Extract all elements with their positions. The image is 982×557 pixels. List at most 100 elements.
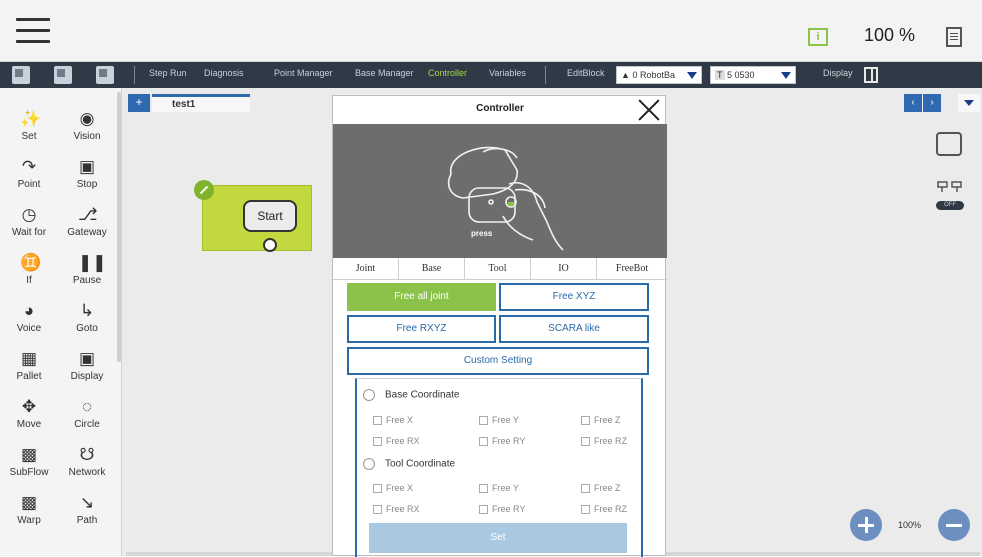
tab-list-dropdown[interactable]	[958, 94, 980, 112]
main-toolbar: Step Run Diagnosis Point Manager Base Ma…	[0, 62, 982, 88]
dialog-title: Controller	[476, 103, 524, 114]
flow-layout-icon[interactable]	[936, 132, 962, 156]
node-subflow[interactable]: ▩ SubFlow	[2, 446, 56, 490]
base-free-rx-checkbox[interactable]: Free RX	[373, 436, 420, 447]
start-node[interactable]: Start	[243, 200, 297, 232]
chevron-down-icon	[781, 72, 791, 79]
hamburger-menu-icon[interactable]	[16, 18, 50, 44]
base-free-z-checkbox[interactable]: Free Z	[581, 415, 621, 426]
pause-icon: ❚❚	[78, 253, 107, 272]
set-button[interactable]: Set	[369, 523, 627, 553]
log-icon[interactable]	[946, 27, 962, 47]
scara-like-button[interactable]: SCARA like	[499, 315, 649, 343]
warp-icon: ▩	[20, 493, 38, 512]
new-project-icon[interactable]	[12, 66, 30, 84]
path-icon: ↘	[79, 493, 95, 512]
tool-free-rx-checkbox[interactable]: Free RX	[373, 504, 420, 515]
free-xyz-button[interactable]: Free XYZ	[499, 283, 649, 311]
tool-free-x-checkbox[interactable]: Free X	[373, 483, 413, 494]
node-path[interactable]: ↘ Path	[60, 494, 114, 538]
base-coordinate-option[interactable]: Base Coordinate	[363, 389, 460, 401]
press-label: press	[471, 229, 493, 238]
node-if[interactable]: ♊ If	[2, 254, 56, 298]
start-node-selection[interactable]: Start	[202, 185, 312, 252]
toggle-off-badge[interactable]: OFF	[936, 201, 964, 210]
node-stop[interactable]: ▣ Stop	[60, 158, 114, 202]
base-free-ry-checkbox[interactable]: Free RY	[479, 436, 525, 447]
node-circle[interactable]: ◌ Circle	[60, 398, 114, 442]
tool-free-ry-checkbox[interactable]: Free RY	[479, 504, 525, 515]
voice-icon: ◕	[23, 301, 35, 320]
tool-coordinate-option[interactable]: Tool Coordinate	[363, 458, 455, 470]
close-icon[interactable]	[637, 98, 661, 122]
save-project-icon[interactable]	[96, 66, 114, 84]
base-free-x-checkbox[interactable]: Free X	[373, 415, 413, 426]
toolbar-divider	[134, 66, 135, 84]
tab-prev-button[interactable]: ‹	[904, 94, 922, 112]
network-icon: ☋	[79, 445, 95, 464]
step-run-button[interactable]: Step Run	[149, 68, 187, 78]
if-icon: ♊	[20, 253, 42, 272]
node-move[interactable]: ✥ Move	[2, 398, 56, 442]
controller-dialog: Controller press Joint Base Tool IO Free…	[332, 95, 667, 557]
robot-base-select[interactable]: ▲ 0 RobotBa	[616, 66, 702, 84]
node-goto[interactable]: ↳ Goto	[60, 302, 114, 346]
diagnosis-button[interactable]: Diagnosis	[204, 68, 244, 78]
open-project-icon[interactable]	[54, 66, 72, 84]
tool-value: 5 0530	[727, 70, 755, 80]
node-set[interactable]: ✨ Set	[2, 110, 56, 154]
point-manager-button[interactable]: Point Manager	[274, 68, 333, 78]
gateway-icon: ⎇	[78, 205, 98, 224]
goto-icon: ↳	[79, 301, 95, 320]
free-rxyz-button[interactable]: Free RXYZ	[347, 315, 496, 343]
wait-icon: ◷	[21, 205, 37, 224]
base-manager-button[interactable]: Base Manager	[355, 68, 414, 78]
sidebar-scrollbar[interactable]	[117, 92, 121, 362]
tab-base[interactable]: Base	[399, 258, 465, 280]
tab-tool[interactable]: Tool	[465, 258, 531, 280]
base-free-y-checkbox[interactable]: Free Y	[479, 415, 519, 426]
node-vision[interactable]: ◉ Vision	[60, 110, 114, 154]
connect-icon[interactable]	[936, 180, 964, 194]
node-pallet[interactable]: ▦ Pallet	[2, 350, 56, 394]
base-coordinate-radio[interactable]	[363, 389, 375, 401]
chevron-down-icon	[687, 72, 697, 79]
node-pause[interactable]: ❚❚ Pause	[60, 254, 114, 298]
display-label[interactable]: Display	[823, 68, 853, 78]
editblock-button[interactable]: EditBlock	[567, 68, 605, 78]
tab-io[interactable]: IO	[531, 258, 597, 280]
tool-select[interactable]: T 5 0530	[710, 66, 796, 84]
tool-badge: T	[715, 70, 725, 80]
vision-icon: ◉	[79, 109, 95, 128]
tab-freebot[interactable]: FreeBot	[597, 258, 667, 280]
variables-button[interactable]: Variables	[489, 68, 526, 78]
freebot-illustration: press	[333, 124, 667, 258]
stop-icon: ▣	[78, 157, 96, 176]
tab-joint[interactable]: Joint	[333, 258, 399, 280]
node-gateway[interactable]: ⎇ Gateway	[60, 206, 114, 250]
add-tab-button[interactable]: +	[128, 94, 150, 112]
tool-free-rz-checkbox[interactable]: Free RZ	[581, 504, 627, 515]
project-speed[interactable]: 100 %	[864, 25, 915, 46]
node-point[interactable]: ↷ Point	[2, 158, 56, 202]
controller-button[interactable]: Controller	[428, 68, 467, 78]
start-node-connector[interactable]	[263, 238, 277, 252]
tool-free-z-checkbox[interactable]: Free Z	[581, 483, 621, 494]
tab-test1[interactable]: test1	[152, 94, 250, 112]
display-panel-icon[interactable]	[864, 67, 878, 83]
node-warp[interactable]: ▩ Warp	[2, 494, 56, 538]
node-display[interactable]: ▣ Display	[60, 350, 114, 394]
tool-coordinate-radio[interactable]	[363, 458, 375, 470]
tool-free-y-checkbox[interactable]: Free Y	[479, 483, 519, 494]
edit-pencil-icon[interactable]	[194, 180, 214, 200]
info-icon[interactable]: i	[808, 28, 828, 46]
free-all-joint-button[interactable]: Free all joint	[347, 283, 496, 311]
zoom-out-button[interactable]	[938, 509, 970, 541]
node-wait-for[interactable]: ◷ Wait for	[2, 206, 56, 250]
base-free-rz-checkbox[interactable]: Free RZ	[581, 436, 627, 447]
zoom-in-button[interactable]	[850, 509, 882, 541]
node-voice[interactable]: ◕ Voice	[2, 302, 56, 346]
custom-setting-button[interactable]: Custom Setting	[347, 347, 649, 375]
tab-next-button[interactable]: ›	[923, 94, 941, 112]
node-network[interactable]: ☋ Network	[60, 446, 114, 490]
